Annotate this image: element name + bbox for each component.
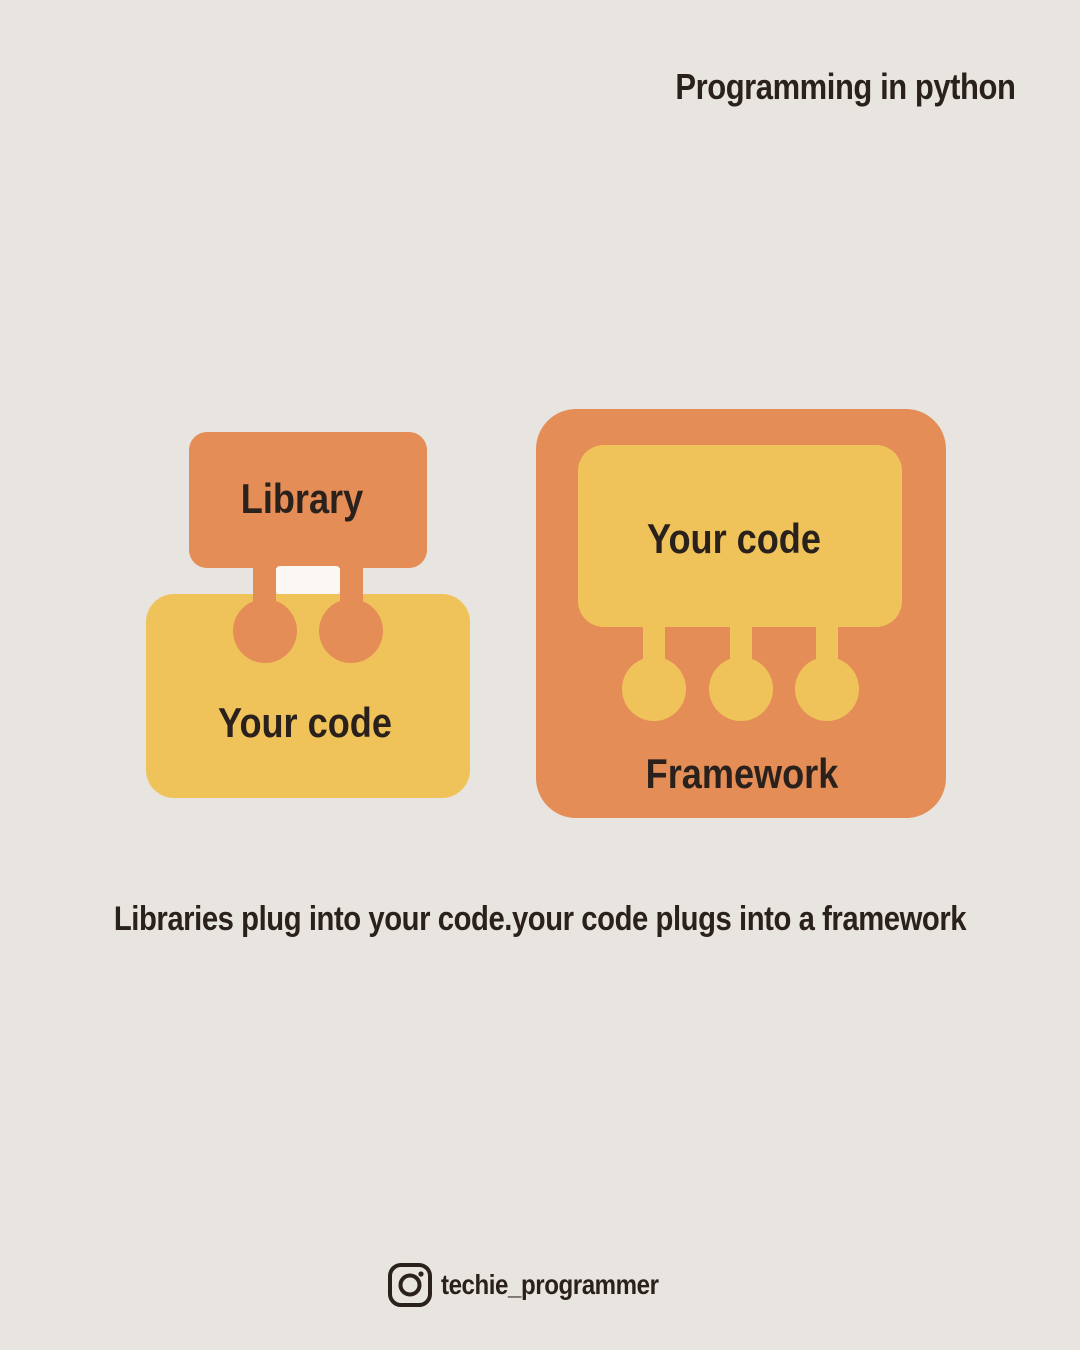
framework-label: Framework xyxy=(646,752,839,798)
library-diagram: Library Your code xyxy=(146,432,470,798)
diagram-canvas: Library Your code Your code Framework xyxy=(146,409,946,818)
connector-gap xyxy=(276,566,340,594)
social-handle[interactable]: techie_programmer xyxy=(0,1262,1080,1308)
framework-plug xyxy=(622,657,686,721)
library-your-code-block xyxy=(146,594,470,798)
library-label: Library xyxy=(241,477,364,523)
library-your-code-label: Your code xyxy=(218,701,392,747)
framework-plug xyxy=(709,657,773,721)
caption: Libraries plug into your code.your code … xyxy=(113,900,967,938)
framework-plug xyxy=(795,657,859,721)
handle-text: techie_programmer xyxy=(440,1269,659,1300)
framework-your-code-label: Your code xyxy=(647,517,821,563)
library-plug xyxy=(233,599,297,663)
framework-diagram: Your code Framework xyxy=(536,409,946,818)
instagram-icon xyxy=(387,1263,432,1307)
library-plug xyxy=(319,599,383,663)
